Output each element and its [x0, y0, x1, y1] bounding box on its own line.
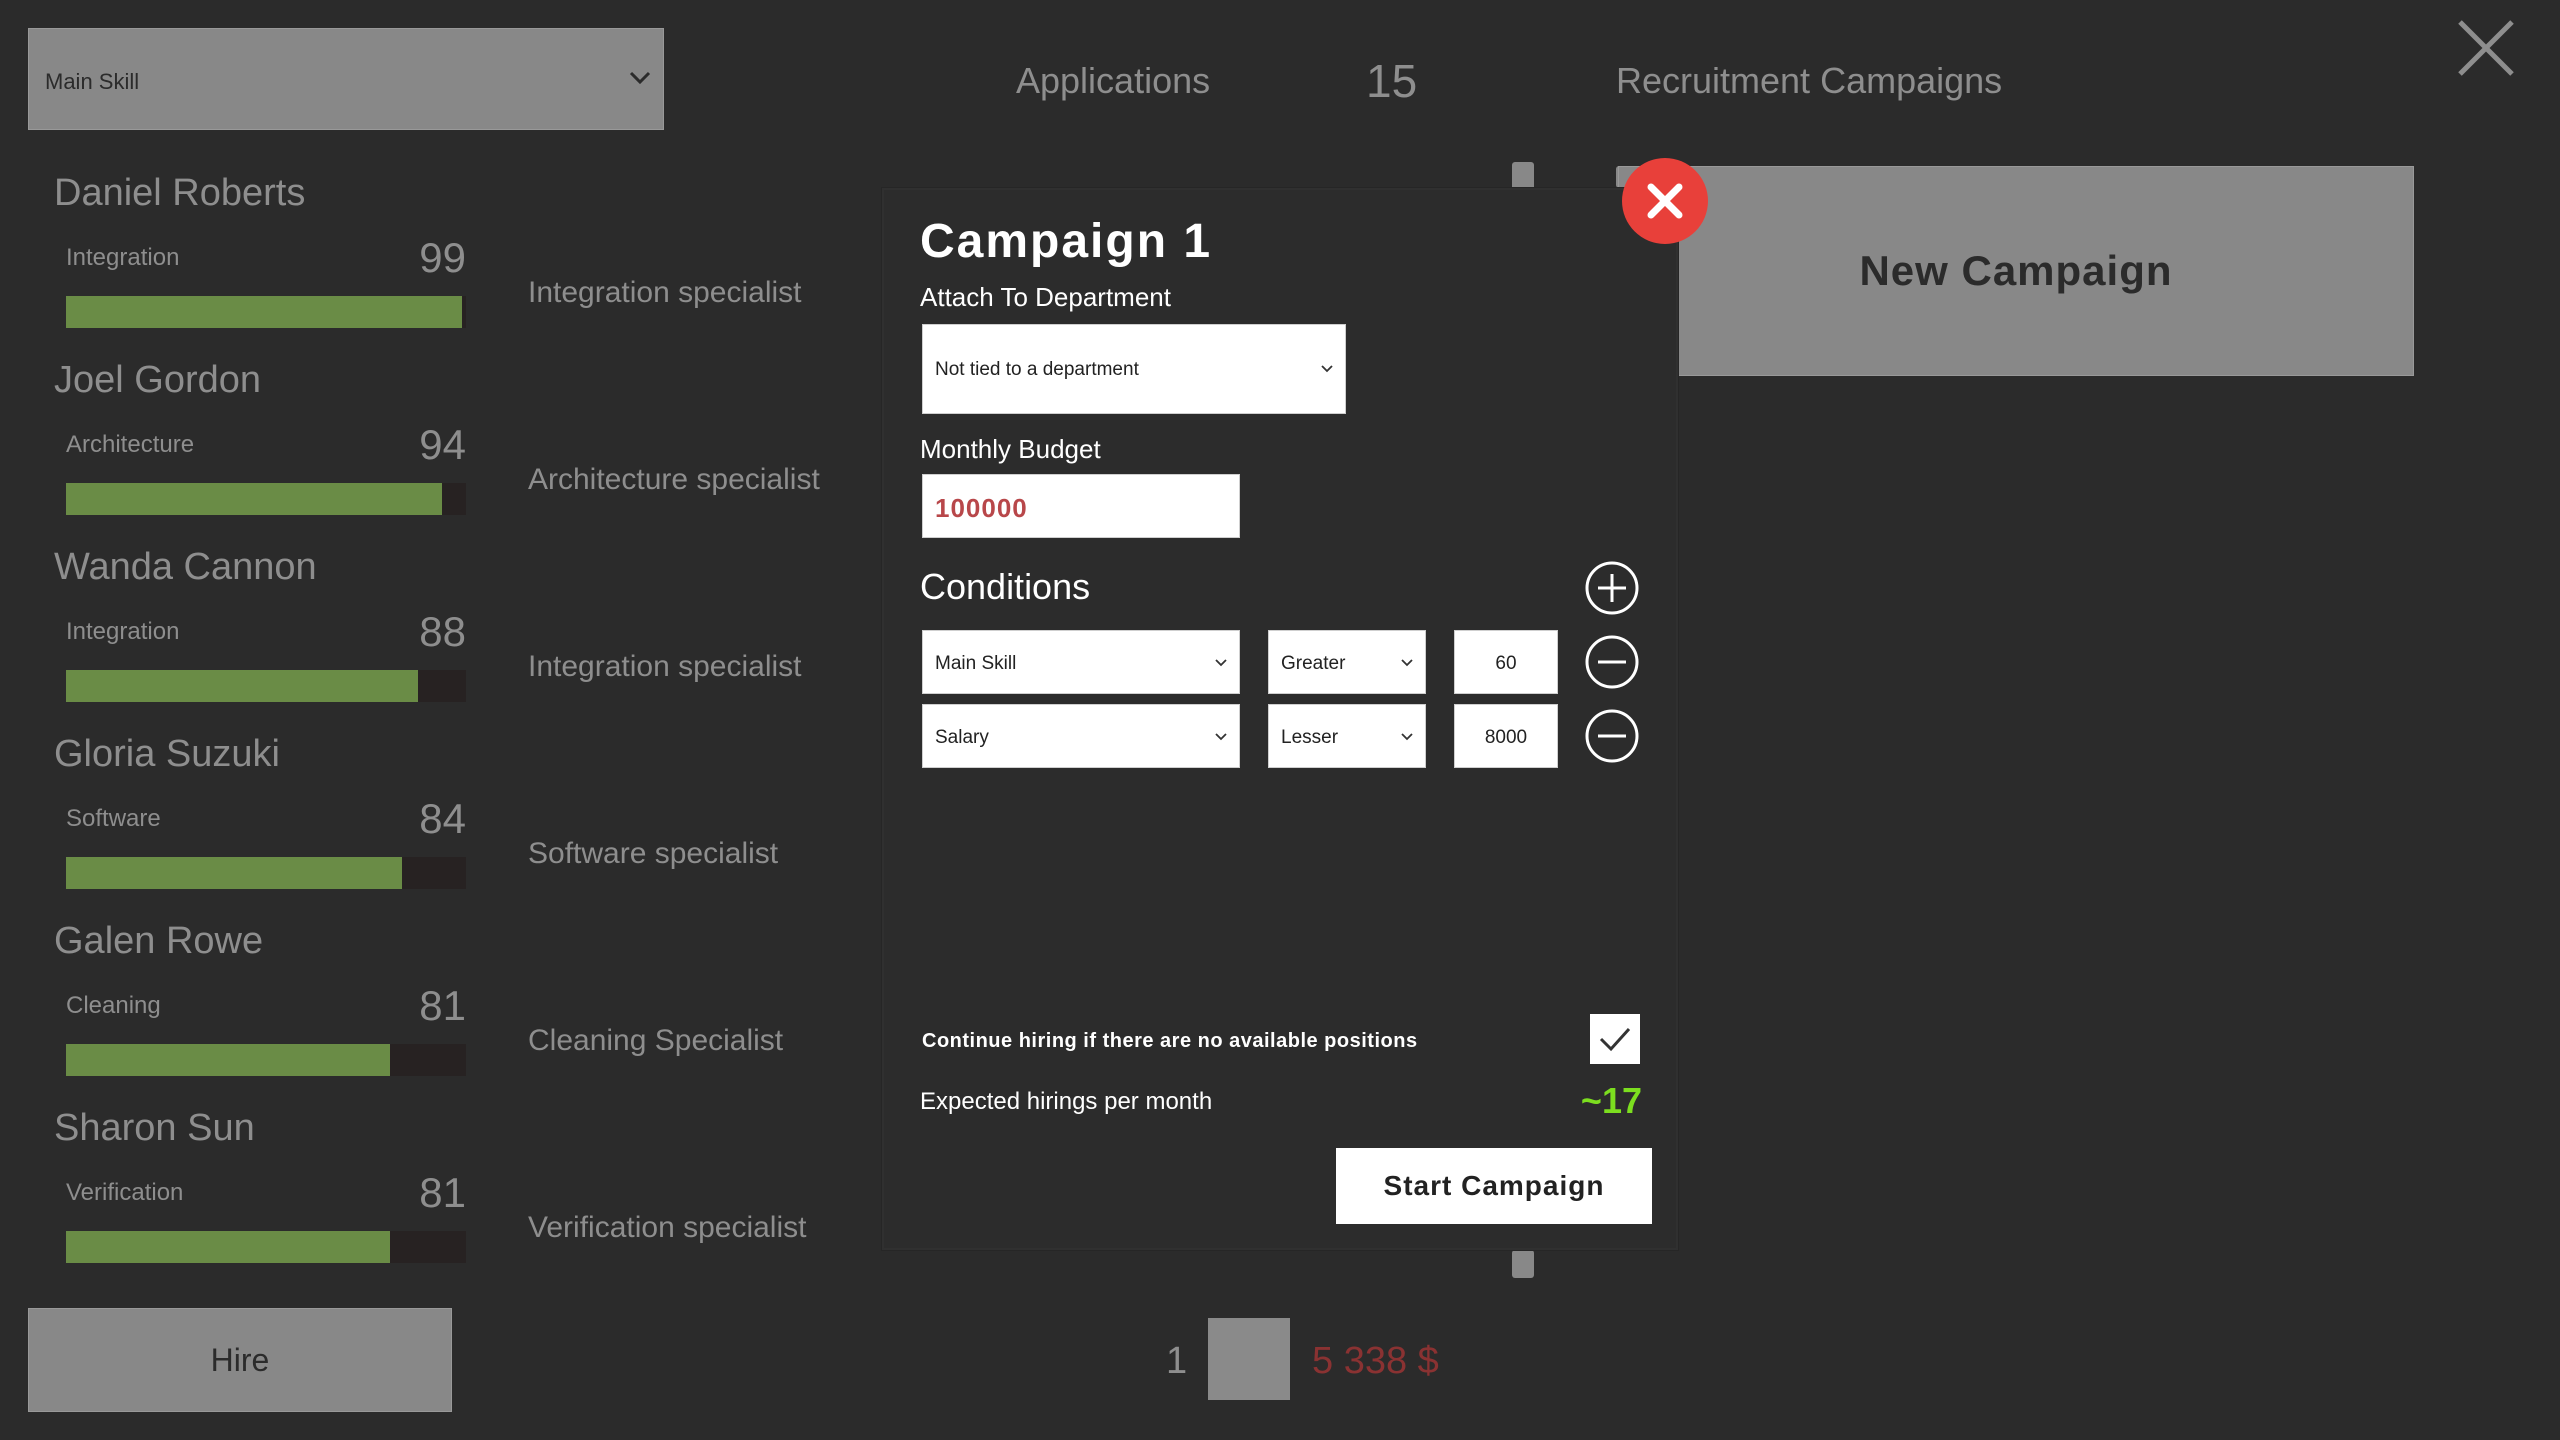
skill-bar-fill	[66, 857, 402, 889]
candidate-skill: Integration	[66, 244, 180, 271]
chevron-down-icon	[1215, 733, 1227, 741]
department-label: Attach To Department	[920, 282, 1171, 312]
skill-bar-fill	[66, 670, 418, 702]
conditions-label: Conditions	[920, 566, 1091, 607]
candidate-name: Gloria Suzuki	[54, 733, 280, 775]
department-dropdown[interactable]: Not tied to a department	[922, 324, 1346, 414]
candidate-skill: Integration	[66, 618, 180, 645]
condition-value: 8000	[1484, 727, 1528, 748]
department-dropdown-value: Not tied to a department	[935, 359, 1139, 380]
candidate-row[interactable]: Sharon Sun Verification 81 Verification …	[0, 1107, 880, 1293]
condition-value-input[interactable]: 8000	[1454, 704, 1558, 768]
candidate-specialization: Software specialist	[528, 837, 779, 870]
applications-label: Applications	[1016, 60, 1211, 101]
applications-count: 15	[1366, 55, 1418, 107]
campaign-dialog: Campaign 1 Attach To Department Not tied…	[882, 188, 1678, 1250]
condition-field-value: Salary	[935, 727, 989, 748]
remove-condition-button[interactable]	[1584, 708, 1640, 764]
close-icon	[1647, 183, 1683, 219]
skill-bar-fill	[66, 296, 462, 328]
add-condition-button[interactable]	[1584, 560, 1640, 616]
page-number: 1	[1166, 1340, 1188, 1382]
candidate-name: Sharon Sun	[54, 1107, 255, 1149]
check-icon	[1599, 1027, 1631, 1052]
candidate-specialization: Cleaning Specialist	[528, 1024, 784, 1057]
candidate-name: Galen Rowe	[54, 920, 264, 962]
candidate-row[interactable]: Wanda Cannon Integration 88 Integration …	[0, 546, 880, 732]
continue-hiring-label: Continue hiring if there are no availabl…	[922, 1030, 1418, 1052]
chevron-down-icon	[1401, 733, 1413, 741]
candidate-name: Wanda Cannon	[54, 546, 317, 588]
candidate-specialization: Integration specialist	[528, 650, 802, 683]
skill-bar	[66, 857, 466, 889]
chevron-down-icon	[1401, 659, 1413, 667]
candidate-score: 81	[419, 1169, 466, 1216]
chevron-down-icon	[1215, 659, 1227, 667]
new-campaign-button[interactable]: New Campaign	[1618, 166, 2414, 376]
chevron-down-icon	[1321, 365, 1333, 373]
campaign-title: Campaign 1	[920, 215, 1213, 268]
candidate-score: 84	[419, 795, 466, 842]
candidate-skill: Architecture	[66, 431, 195, 458]
candidate-specialization: Architecture specialist	[528, 463, 820, 496]
candidate-score: 99	[419, 234, 466, 281]
expected-hirings-label: Expected hirings per month	[920, 1088, 1213, 1115]
condition-operator-value: Greater	[1281, 653, 1346, 674]
condition-operator-value: Lesser	[1281, 727, 1339, 748]
budget-input[interactable]: 100000	[922, 474, 1240, 538]
candidate-row[interactable]: Daniel Roberts Integration 99 Integratio…	[0, 172, 880, 358]
condition-field-dropdown[interactable]: Salary	[922, 704, 1240, 768]
scrollbar-handle-top[interactable]	[1512, 162, 1534, 190]
condition-value: 60	[1495, 653, 1517, 674]
continue-hiring-checkbox[interactable]	[1590, 1014, 1640, 1064]
condition-field-dropdown[interactable]: Main Skill	[922, 630, 1240, 694]
candidate-list: Daniel Roberts Integration 99 Integratio…	[0, 172, 880, 1292]
candidate-specialization: Integration specialist	[528, 276, 802, 309]
recruitment-campaigns-title: Recruitment Campaigns	[1616, 60, 2003, 101]
page-indicator[interactable]	[1208, 1318, 1290, 1400]
close-window-button[interactable]	[2456, 18, 2516, 78]
candidate-score: 81	[419, 982, 466, 1029]
skill-bar-fill	[66, 1044, 390, 1076]
sort-dropdown-value: Main Skill	[45, 69, 140, 94]
money-balance: 5 338 $	[1312, 1340, 1439, 1382]
candidate-specialization: Verification specialist	[528, 1211, 807, 1244]
condition-operator-dropdown[interactable]: Greater	[1268, 630, 1426, 694]
condition-field-value: Main Skill	[935, 653, 1017, 674]
skill-bar-fill	[66, 483, 442, 515]
hire-button[interactable]: Hire	[28, 1308, 452, 1412]
expected-hirings-value: ~17	[1580, 1080, 1642, 1121]
candidate-row[interactable]: Galen Rowe Cleaning 81 Cleaning Speciali…	[0, 920, 880, 1106]
close-icon	[2458, 20, 2514, 76]
skill-bar	[66, 483, 466, 515]
scrollbar-handle-bottom[interactable]	[1512, 1250, 1534, 1278]
remove-condition-button[interactable]	[1584, 634, 1640, 690]
candidate-name: Joel Gordon	[54, 359, 262, 401]
chevron-down-icon	[627, 61, 653, 100]
skill-bar	[66, 670, 466, 702]
candidate-skill: Verification	[66, 1179, 184, 1206]
condition-operator-dropdown[interactable]: Lesser	[1268, 704, 1426, 768]
candidate-skill: Cleaning	[66, 992, 161, 1019]
skill-bar	[66, 1044, 466, 1076]
budget-input-value: 100000	[935, 493, 1028, 523]
candidate-score: 94	[419, 421, 466, 468]
candidate-name: Daniel Roberts	[54, 172, 306, 214]
candidate-row[interactable]: Gloria Suzuki Software 84 Software speci…	[0, 733, 880, 919]
start-campaign-button[interactable]: Start Campaign	[1336, 1148, 1652, 1224]
condition-value-input[interactable]: 60	[1454, 630, 1558, 694]
candidate-score: 88	[419, 608, 466, 655]
close-dialog-button[interactable]	[1622, 158, 1708, 244]
skill-bar	[66, 296, 466, 328]
skill-bar	[66, 1231, 466, 1263]
sort-dropdown[interactable]: Main Skill	[28, 28, 664, 130]
candidate-row[interactable]: Joel Gordon Architecture 94 Architecture…	[0, 359, 880, 545]
candidate-skill: Software	[66, 805, 161, 832]
skill-bar-fill	[66, 1231, 390, 1263]
budget-label: Monthly Budget	[920, 434, 1101, 464]
